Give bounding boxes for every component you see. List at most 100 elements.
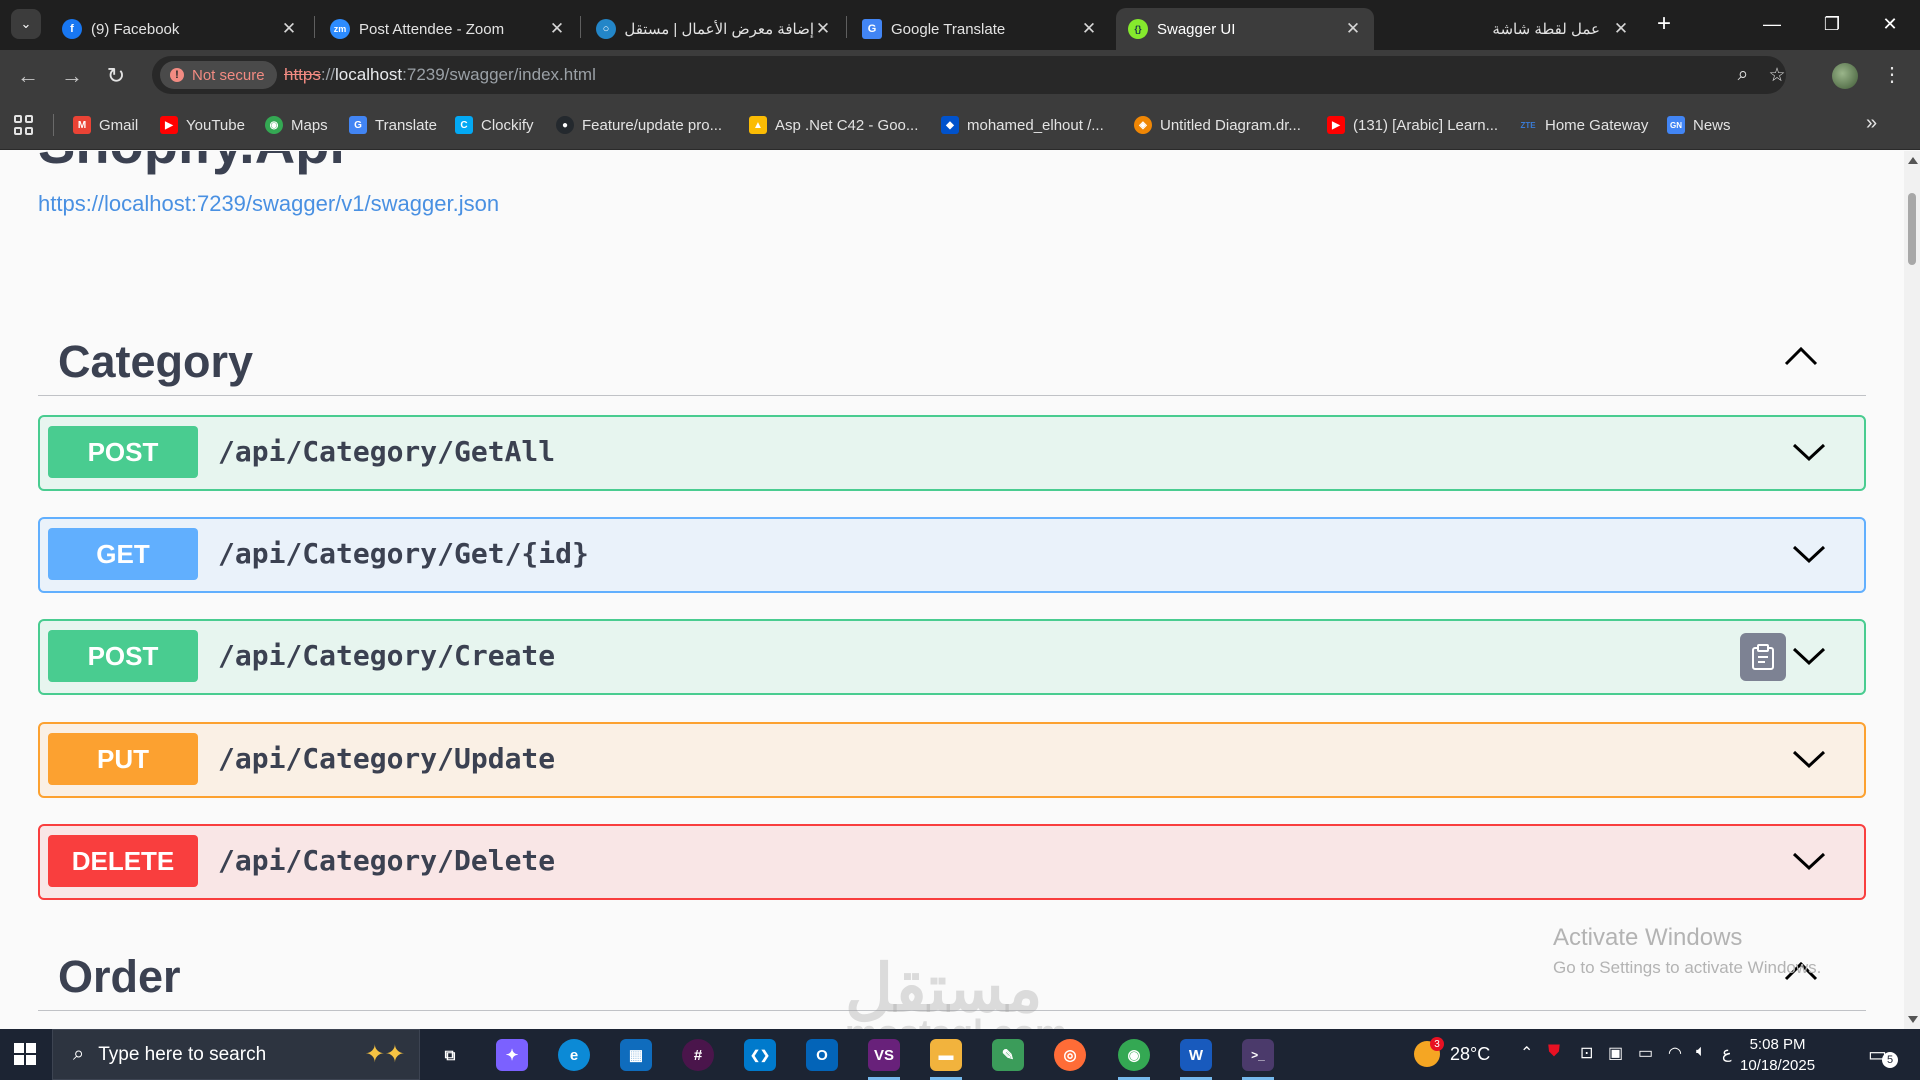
battery-icon[interactable]: ▭ bbox=[1638, 1043, 1653, 1063]
chevron-down-icon[interactable] bbox=[1792, 748, 1826, 770]
wifi-icon[interactable]: ◠ bbox=[1668, 1043, 1682, 1063]
section-title: Category bbox=[58, 336, 254, 387]
task-view-icon[interactable]: ⧉ bbox=[434, 1039, 466, 1071]
word-icon[interactable]: W bbox=[1180, 1039, 1212, 1080]
close-tab-icon[interactable]: ✕ bbox=[1612, 19, 1630, 39]
task-manager-icon[interactable]: ▣ bbox=[1608, 1043, 1623, 1063]
address-bar[interactable]: ! Not secure https://localhost:7239/swag… bbox=[152, 56, 1786, 94]
bookmark-home-gateway[interactable]: ZTE Home Gateway bbox=[1519, 113, 1648, 137]
bookmark-maps[interactable]: ◉ Maps bbox=[265, 113, 328, 137]
operation-post-category-getall[interactable]: POST /api/Category/GetAll bbox=[38, 415, 1866, 491]
minimize-icon: — bbox=[1763, 13, 1781, 34]
input-language[interactable]: ع bbox=[1722, 1043, 1732, 1063]
scroll-down-arrow-icon[interactable] bbox=[1908, 1016, 1918, 1023]
bookmark-clockify[interactable]: C Clockify bbox=[455, 113, 534, 137]
forward-button[interactable]: → bbox=[56, 60, 88, 92]
arrow-left-icon: ← bbox=[17, 63, 39, 88]
security-shield-icon[interactable]: ⛊ bbox=[1548, 1043, 1560, 1061]
copilot-icon[interactable]: ✦ bbox=[496, 1039, 528, 1071]
photo-editor-icon[interactable]: ✎ bbox=[992, 1039, 1024, 1071]
close-window-button[interactable]: ✕ bbox=[1860, 0, 1920, 48]
volume-icon[interactable]: 🔈︎ bbox=[1696, 1043, 1706, 1061]
zoom-icon: zm bbox=[330, 19, 350, 39]
new-tab-button[interactable]: + bbox=[1650, 10, 1678, 38]
chevron-down-icon[interactable] bbox=[1792, 645, 1826, 667]
terminal-icon[interactable]: >_ bbox=[1242, 1039, 1274, 1080]
zoom-magnifier-icon[interactable]: ⌕ bbox=[1730, 62, 1756, 88]
search-highlights-icon[interactable]: ✦✦ bbox=[365, 1040, 405, 1069]
bookmark-youtube[interactable]: ▶ YouTube bbox=[160, 113, 245, 137]
operation-delete-category-delete[interactable]: DELETE /api/Category/Delete bbox=[38, 824, 1866, 900]
tab-google-translate[interactable]: G Google Translate ✕ bbox=[850, 8, 1110, 50]
operation-get-category-get-id[interactable]: GET /api/Category/Get/{id} bbox=[38, 517, 1866, 593]
close-tab-icon[interactable]: ✕ bbox=[548, 19, 566, 39]
meet-now-icon[interactable]: ⊡ bbox=[1580, 1043, 1593, 1063]
bookmark-bitbucket[interactable]: ◆ mohamed_elhout /... bbox=[941, 113, 1104, 137]
chrome-icon[interactable]: ◉ bbox=[1118, 1039, 1150, 1080]
taskbar-search-box[interactable]: ⌕ Type here to search ✦✦ bbox=[52, 1029, 420, 1080]
chevron-down-icon[interactable] bbox=[1792, 543, 1826, 565]
visual-studio-icon[interactable]: VS bbox=[868, 1039, 900, 1080]
browser-menu-icon[interactable]: ⋮ bbox=[1882, 62, 1902, 87]
url-text[interactable]: https://localhost:7239/swagger/index.htm… bbox=[284, 65, 596, 85]
bookmark-label: Translate bbox=[375, 116, 437, 134]
bookmark-drawio[interactable]: ◈ Untitled Diagram.dr... bbox=[1134, 113, 1301, 137]
file-explorer-icon[interactable]: ▬ bbox=[930, 1039, 962, 1080]
clock-time: 5:08 PM bbox=[1749, 1036, 1806, 1053]
system-clock[interactable]: 5:08 PM 10/18/2025 bbox=[1740, 1034, 1815, 1076]
bookmark-label: Gmail bbox=[99, 116, 139, 134]
tab-search-button[interactable]: ⌄ bbox=[11, 9, 41, 39]
weather-widget[interactable]: 3 28°C bbox=[1414, 1037, 1490, 1067]
bookmark-label: Maps bbox=[291, 116, 328, 134]
bookmark-gmail[interactable]: M Gmail bbox=[73, 113, 138, 137]
chevron-up-icon[interactable] bbox=[1784, 344, 1818, 368]
minimize-button[interactable]: — bbox=[1742, 0, 1802, 48]
close-tab-icon[interactable]: ✕ bbox=[1344, 19, 1362, 39]
bookmark-youtube-arabic[interactable]: ▶ (131) [Arabic] Learn... bbox=[1327, 113, 1498, 137]
more-bookmarks-icon[interactable]: » bbox=[1866, 112, 1877, 135]
bookmark-label: (131) [Arabic] Learn... bbox=[1353, 116, 1499, 134]
restore-button[interactable]: ❐ bbox=[1802, 0, 1862, 48]
outlook-icon[interactable]: O bbox=[806, 1039, 838, 1071]
swagger-json-link[interactable]: https://localhost:7239/swagger/v1/swagge… bbox=[38, 191, 499, 217]
scroll-up-arrow-icon[interactable] bbox=[1908, 157, 1918, 164]
vscode-icon[interactable]: ❮❯ bbox=[744, 1039, 776, 1071]
bookmark-github-feature[interactable]: ● Feature/update pro... bbox=[556, 113, 722, 137]
apps-grid-icon[interactable] bbox=[14, 115, 34, 135]
reload-button[interactable]: ↻ bbox=[100, 60, 132, 92]
bookmark-label: Untitled Diagram.dr... bbox=[1160, 116, 1301, 134]
windows-start-icon[interactable] bbox=[14, 1043, 36, 1065]
tab-facebook[interactable]: f (9) Facebook ✕ bbox=[50, 8, 310, 50]
scrollbar-thumb[interactable] bbox=[1908, 193, 1916, 265]
operation-put-category-update[interactable]: PUT /api/Category/Update bbox=[38, 722, 1866, 798]
tab-swagger-ui[interactable]: {} Swagger UI ✕ bbox=[1116, 8, 1374, 50]
close-tab-icon[interactable]: ✕ bbox=[1080, 19, 1098, 39]
bookmark-star-icon[interactable]: ☆ bbox=[1764, 62, 1790, 88]
section-category[interactable]: Category bbox=[38, 326, 1866, 396]
bookmark-google-drive[interactable]: ▲ Asp .Net C42 - Goo... bbox=[749, 113, 918, 137]
chevron-down-icon[interactable] bbox=[1792, 441, 1826, 463]
chevron-down-icon[interactable] bbox=[1792, 850, 1826, 872]
postman-icon[interactable]: ◎ bbox=[1054, 1039, 1086, 1071]
edge-icon[interactable]: e bbox=[558, 1039, 590, 1071]
youtube-icon: ▶ bbox=[1327, 116, 1345, 134]
page-scrollbar[interactable] bbox=[1904, 151, 1920, 1029]
bookmark-news[interactable]: GN News bbox=[1667, 113, 1731, 137]
copy-to-clipboard-button[interactable] bbox=[1740, 633, 1786, 681]
bookmark-translate[interactable]: G Translate bbox=[349, 113, 437, 137]
operation-post-category-create[interactable]: POST /api/Category/Create bbox=[38, 619, 1866, 695]
close-tab-icon[interactable]: ✕ bbox=[280, 19, 298, 39]
http-method-badge: POST bbox=[48, 426, 198, 478]
notifications-icon[interactable]: ▭ 5 bbox=[1868, 1042, 1898, 1068]
store-icon[interactable]: ▦ bbox=[620, 1039, 652, 1071]
slack-icon[interactable]: # bbox=[682, 1039, 714, 1071]
back-button[interactable]: ← bbox=[12, 60, 44, 92]
profile-avatar[interactable] bbox=[1832, 63, 1858, 89]
tab-mostaql[interactable]: ○ إضافة معرض الأعمال | مستقل ✕ bbox=[584, 8, 844, 50]
tab-screenshot[interactable]: عمل لقطة شاشة ✕ bbox=[1382, 8, 1642, 50]
tab-zoom[interactable]: zm Post Attendee - Zoom ✕ bbox=[318, 8, 578, 50]
bookmark-label: Feature/update pro... bbox=[582, 116, 723, 134]
show-hidden-icons-icon[interactable]: ⌃ bbox=[1520, 1043, 1533, 1063]
close-tab-icon[interactable]: ✕ bbox=[814, 19, 832, 39]
not-secure-chip[interactable]: ! Not secure bbox=[160, 61, 277, 89]
